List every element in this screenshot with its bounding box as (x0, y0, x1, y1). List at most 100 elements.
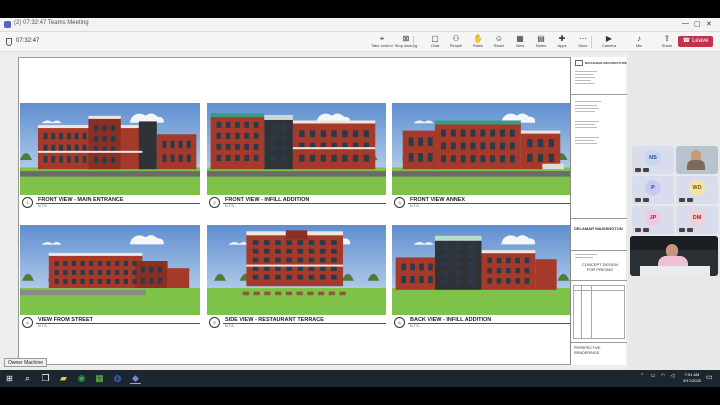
avatar: JP (645, 210, 661, 226)
teams-taskbar-icon[interactable]: ◆ (130, 373, 141, 384)
building-rendering-image (207, 225, 386, 315)
leave-button[interactable]: ☎ Leave (678, 36, 713, 47)
search-icon[interactable]: ⌕ (22, 373, 33, 384)
view-scale: N.T.S. (38, 204, 48, 208)
building-rendering-image (392, 103, 571, 195)
avatar: DM (689, 210, 705, 226)
mic-off-icon (643, 198, 649, 202)
meeting-toolbar: 07:32:47 ⌖ Take control ⊠ Stop sharing ▢ Chat… (0, 32, 720, 52)
minimize-icon[interactable]: — (682, 20, 689, 27)
camera-button[interactable]: ▶ Camera (597, 34, 621, 51)
camera-off-icon (635, 168, 641, 172)
mic-icon: ♪ (637, 34, 641, 43)
toolbar-button-label: Share (661, 43, 673, 48)
toolbar-button-label: Stop sharing (394, 43, 418, 48)
chrome-icon[interactable]: ◉ (76, 373, 87, 384)
rendering-view: 6 BACK VIEW - INFILL ADDITION N.T.S. (392, 225, 571, 331)
rendering-view: 1 FRONT VIEW - MAIN ENTRANCE N.T.S. (20, 103, 200, 211)
toolbar-button-label: Take control (371, 43, 393, 48)
maximize-icon[interactable]: ▢ (694, 20, 701, 28)
caption-line (36, 323, 200, 324)
participant-tile[interactable]: JP (632, 206, 674, 234)
share-button[interactable]: ⇪ Share (655, 34, 679, 51)
chevron-up-icon[interactable]: ⌃ (640, 373, 644, 379)
system-tray: ⌃ ▭ ◠ ◁ (640, 373, 674, 379)
view-scale: N.T.S. (225, 324, 235, 328)
notification-icon[interactable]: ▭ (706, 373, 713, 381)
view-caption: 3 FRONT VIEW ANNEX N.T.S. (392, 197, 571, 209)
revisions-cell (571, 281, 627, 343)
firm-logo-icon (575, 60, 583, 66)
building-rendering-image (207, 103, 386, 195)
mic-button[interactable]: ♪ Mic (627, 34, 651, 51)
file-explorer-icon[interactable]: ▰ (58, 373, 69, 384)
rendering-view: 2 FRONT VIEW - INFILL ADDITION N.T.S. (207, 103, 386, 211)
take-control-button[interactable]: ⌖ Take control (370, 34, 394, 51)
window-title: (2) 07:32:47 Teams Meeting (14, 20, 89, 26)
participant-video-tile[interactable] (676, 146, 718, 174)
camera-off-icon (679, 228, 685, 232)
view-number-bubble: 2 (209, 197, 220, 208)
taskbar-clock[interactable]: 7:51 AM 9/17/2025 (679, 372, 705, 383)
mic-off-icon (687, 198, 693, 202)
clock-date: 9/17/2025 (683, 377, 701, 383)
caption-line (223, 323, 386, 324)
participant-tile[interactable]: P (632, 176, 674, 204)
building-rendering-image (20, 103, 200, 195)
participant-tile[interactable]: DM (676, 206, 718, 234)
toolbar-divider (413, 36, 414, 48)
firm-name: BUCHANAN ARCHITECTURE (585, 61, 627, 65)
camera-off-icon (635, 198, 641, 202)
building-rendering-image (392, 225, 571, 315)
caption-line (408, 323, 571, 324)
view-title: FRONT VIEW ANNEX (410, 197, 466, 203)
camera-off-icon (679, 198, 685, 202)
windows-start-icon[interactable]: ⊞ (4, 373, 15, 384)
caption-line (408, 203, 571, 204)
store-icon[interactable]: ▦ (94, 373, 105, 384)
project-cell: DELAMAR WASHINGTON (571, 219, 627, 251)
phone-icon: ☎ (682, 38, 691, 44)
view-scale: N.T.S. (225, 204, 235, 208)
view-number-bubble: 4 (22, 317, 33, 328)
stop-sharing-button[interactable]: ⊠ Stop sharing (394, 34, 418, 51)
toolbar-button-label: People (449, 43, 463, 48)
avatar: WD (689, 180, 705, 196)
screen: (2) 07:32:47 Teams Meeting — ▢ ✕ 07:32:4… (0, 0, 720, 405)
tooltip: Owner Machine (4, 358, 48, 367)
network-icon[interactable]: ▭ (651, 373, 656, 379)
firm-cell: BUCHANAN ARCHITECTURE (571, 57, 627, 95)
sheet-title-cell: PERSPECTIVE RENDERINGS (571, 343, 627, 365)
view-caption: 2 FRONT VIEW - INFILL ADDITION N.T.S. (207, 197, 386, 209)
view-title: BACK VIEW - INFILL ADDITION (410, 317, 492, 323)
participant-tile[interactable]: NS (632, 146, 674, 174)
people-button[interactable]: ⚇ People (444, 34, 468, 51)
task-view-icon[interactable]: ❐ (40, 373, 51, 384)
taskbar: ⊞ ⌕ ❐ ▰ ◉ ▦ ◍ ◆ (0, 370, 720, 387)
toolbar-divider (591, 36, 592, 48)
volume-icon[interactable]: ◁ (670, 373, 674, 379)
caption-line (36, 203, 200, 204)
share-icon: ⇪ (663, 34, 671, 43)
x-icon: ⊠ (402, 34, 410, 43)
teams-logo-icon (4, 21, 11, 28)
view-number-bubble: 5 (209, 317, 220, 328)
active-speaker-video[interactable] (630, 236, 718, 276)
building-rendering-image (20, 225, 200, 315)
consultants-cell (571, 95, 627, 219)
rendering-view: 3 FRONT VIEW ANNEX N.T.S. (392, 103, 571, 211)
shield-icon (6, 38, 12, 46)
view-number-bubble: 6 (394, 317, 405, 328)
mic-off-icon (643, 228, 649, 232)
cursor-icon: ⌖ (379, 34, 385, 43)
close-icon[interactable]: ✕ (706, 20, 712, 28)
wifi-icon[interactable]: ◠ (661, 373, 665, 379)
view-title: FRONT VIEW - INFILL ADDITION (225, 197, 310, 203)
participant-tile[interactable]: WD (676, 176, 718, 204)
avatar: P (645, 180, 661, 196)
rendering-view: 4 VIEW FROM STREET N.T.S. (20, 225, 200, 331)
app-icon[interactable]: ◍ (112, 373, 123, 384)
view-title: FRONT VIEW - MAIN ENTRANCE (38, 197, 124, 203)
sheet-title: PERSPECTIVE RENDERINGS (574, 346, 601, 355)
camera-icon: ▶ (605, 34, 613, 43)
